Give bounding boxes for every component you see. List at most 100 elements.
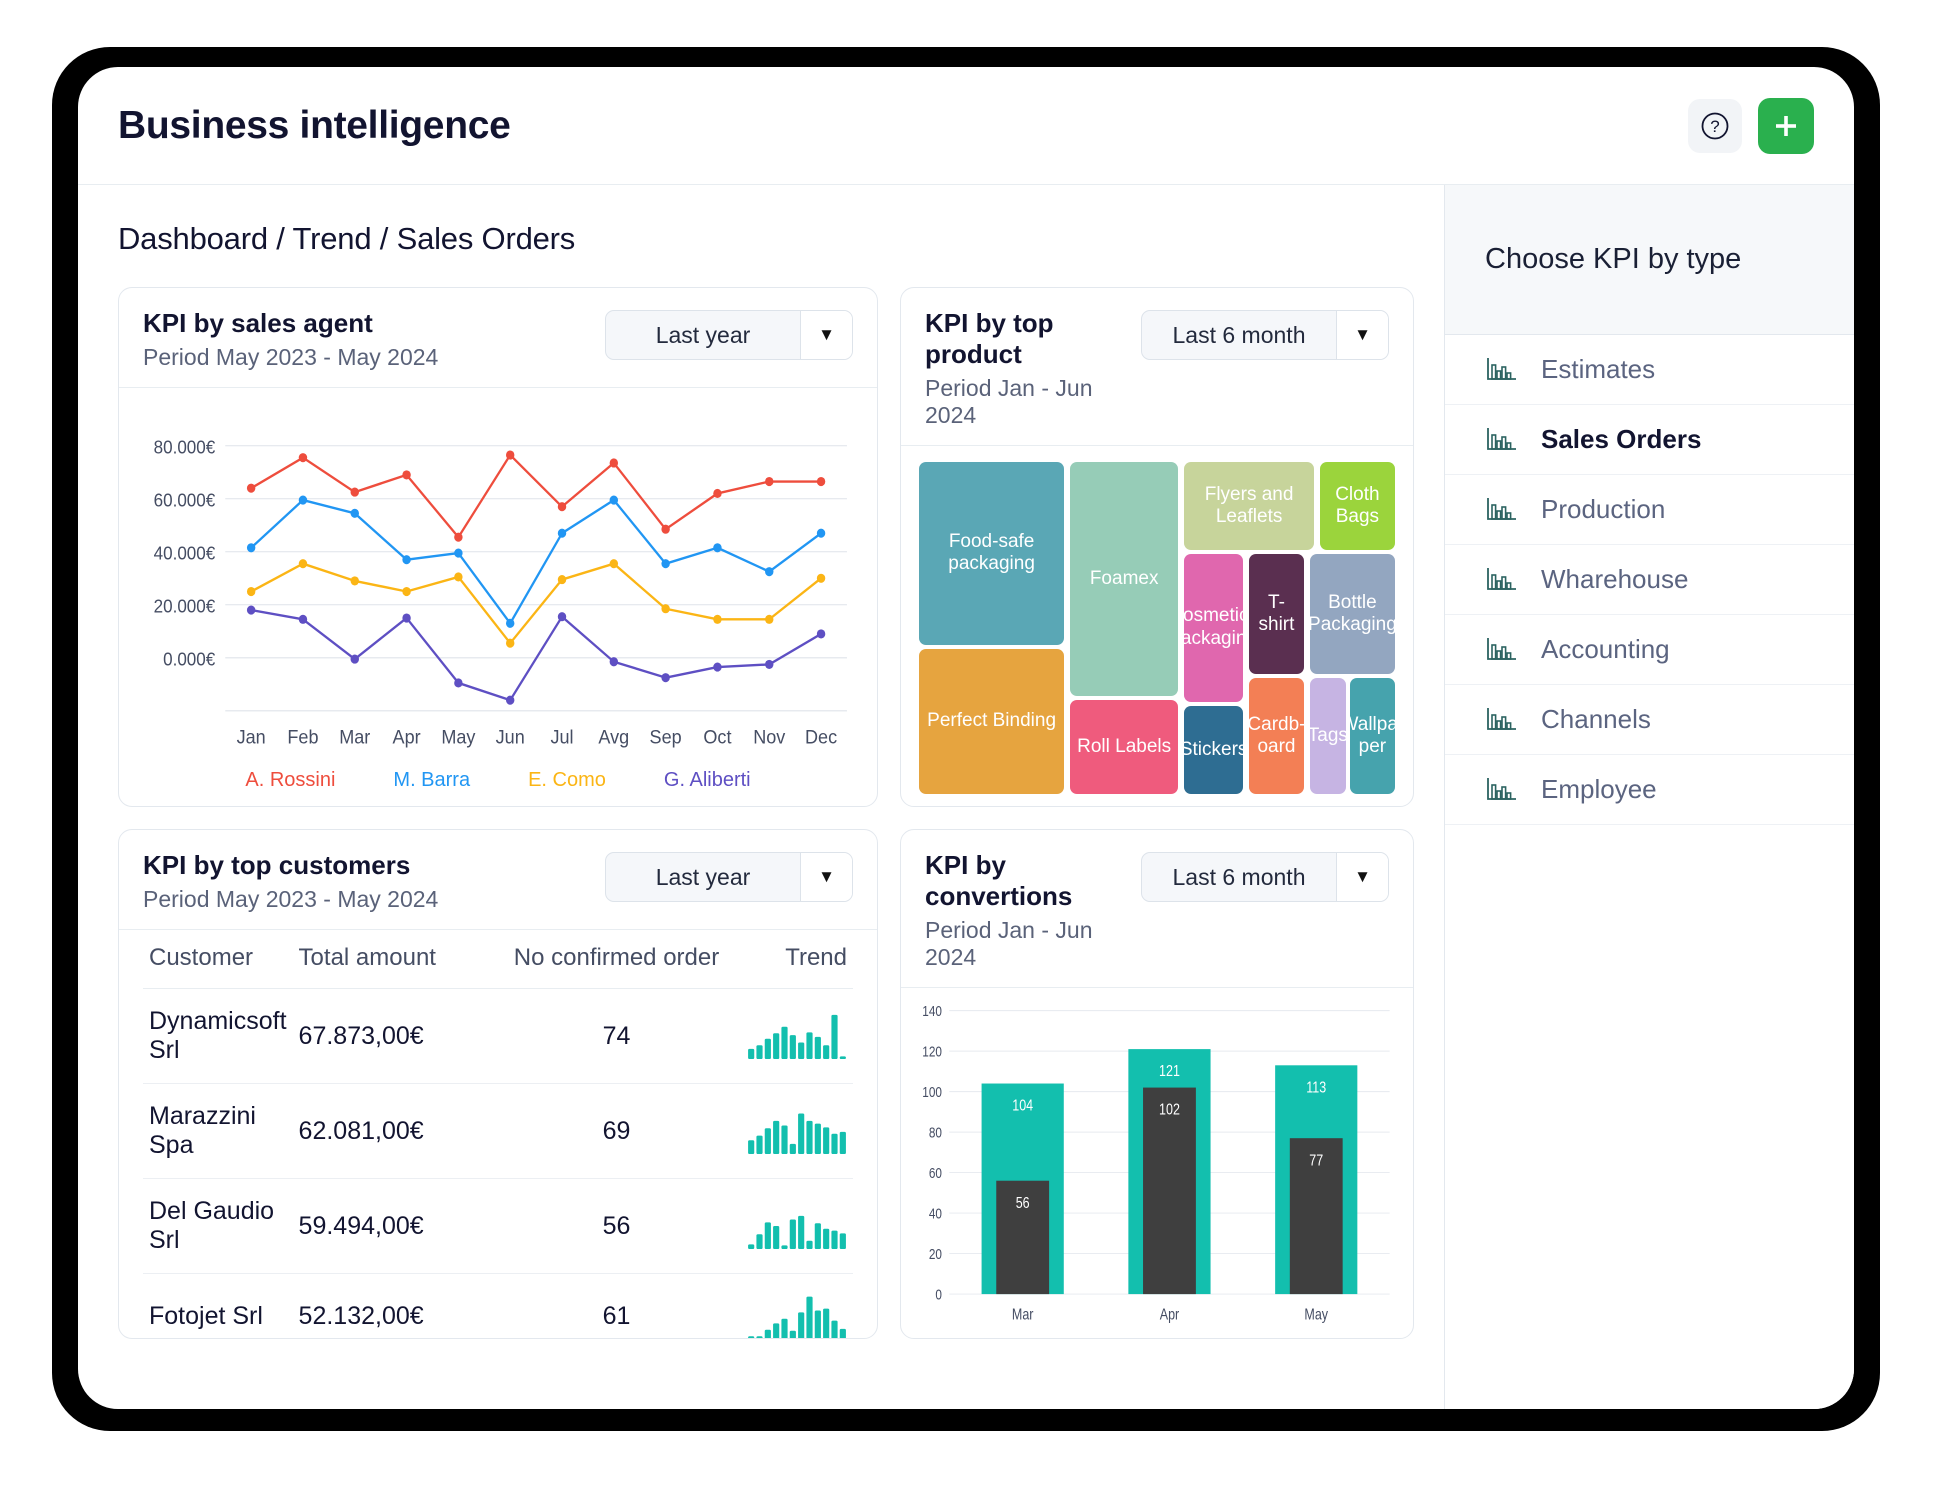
svg-text:140: 140 bbox=[922, 1003, 942, 1019]
svg-text:Jun: Jun bbox=[496, 726, 525, 748]
cell-total-amount: 59.494,00€ bbox=[292, 1178, 493, 1274]
sidebar-item-wharehouse[interactable]: Wharehouse bbox=[1445, 545, 1854, 615]
tablet-frame: Business intelligence ? Dashboard / Tren… bbox=[52, 47, 1880, 1431]
sidebar-item-accounting[interactable]: Accounting bbox=[1445, 615, 1854, 685]
svg-text:20.000€: 20.000€ bbox=[154, 596, 216, 617]
top-customers-table: Customer Total amount No confirmed order… bbox=[143, 930, 853, 1338]
line-series-G-Aliberti bbox=[250, 608, 822, 702]
sidebar-item-label: Production bbox=[1541, 494, 1666, 524]
svg-text:40: 40 bbox=[929, 1205, 942, 1221]
app-body: Dashboard / Trend / Sales Orders KPI by … bbox=[78, 185, 1854, 1409]
sidebar-item-label: Employee bbox=[1541, 774, 1657, 804]
chevron-down-icon: ▼ bbox=[800, 311, 852, 359]
treemap-tile-foamex[interactable]: Foamex bbox=[1069, 462, 1179, 697]
treemap-tile-wallpa-per[interactable]: Wallpa-per bbox=[1349, 678, 1395, 794]
treemap-tile-perfect-binding[interactable]: Perfect Binding bbox=[919, 648, 1065, 794]
svg-text:80: 80 bbox=[929, 1124, 942, 1140]
svg-text:Mar: Mar bbox=[1012, 1305, 1034, 1323]
app-header: Business intelligence ? bbox=[78, 67, 1854, 185]
cards-grid: KPI by sales agent Period May 2023 - May… bbox=[118, 287, 1414, 1409]
plus-icon bbox=[1776, 115, 1796, 136]
card-body: Food-safe packaging Perfect Binding Foamex… bbox=[901, 446, 1413, 806]
legend-item-m-barra[interactable]: M. Barra bbox=[393, 769, 470, 792]
table-row[interactable]: Fotojet Srl 52.132,00€ 61 bbox=[143, 1273, 853, 1338]
treemap-tile-food-safe-packaging[interactable]: Food-safe packaging bbox=[919, 462, 1065, 645]
svg-text:120: 120 bbox=[922, 1043, 942, 1059]
treemap-tile-tags[interactable]: Tags bbox=[1309, 678, 1346, 794]
svg-text:113: 113 bbox=[1306, 1078, 1326, 1096]
sidebar-item-channels[interactable]: Channels bbox=[1445, 685, 1854, 755]
dropdown-value: Last year bbox=[655, 863, 751, 890]
svg-text:104: 104 bbox=[1012, 1096, 1033, 1114]
period-dropdown-top-customers[interactable]: Last year ▼ bbox=[605, 852, 853, 902]
header-actions: ? bbox=[1688, 97, 1814, 154]
cell-no-confirmed-order: 61 bbox=[492, 1273, 741, 1338]
svg-text:60: 60 bbox=[929, 1165, 942, 1181]
legend-item-g-aliberti[interactable]: G. Aliberti bbox=[664, 769, 751, 792]
svg-text:May: May bbox=[1304, 1305, 1328, 1323]
sidebar-item-production[interactable]: Production bbox=[1445, 475, 1854, 545]
legend-item-a-rossini[interactable]: A. Rossini bbox=[245, 769, 335, 792]
column-header-total-amount: Total amount bbox=[292, 930, 493, 989]
treemap-chart: Food-safe packaging Perfect Binding Foamex… bbox=[919, 462, 1395, 794]
svg-text:40.000€: 40.000€ bbox=[154, 543, 216, 564]
dropdown-value: Last year bbox=[655, 321, 751, 348]
card-title: KPI by sales agent bbox=[143, 308, 373, 338]
cell-customer: Fotojet Srl bbox=[143, 1273, 293, 1338]
card-period: Period Jan - Jun 2024 bbox=[925, 375, 1093, 428]
svg-text:Oct: Oct bbox=[703, 726, 732, 748]
breadcrumb[interactable]: Dashboard / Trend / Sales Orders bbox=[118, 221, 1414, 257]
treemap-tile-cardb-oard[interactable]: Cardb-oard bbox=[1248, 678, 1305, 794]
dropdown-value: Last 6 month bbox=[1172, 863, 1306, 890]
cell-trend bbox=[740, 1083, 853, 1179]
cell-trend bbox=[740, 1178, 853, 1274]
svg-text:60.000€: 60.000€ bbox=[154, 490, 216, 511]
page-title: Business intelligence bbox=[118, 103, 511, 147]
chevron-down-icon: ▼ bbox=[1336, 853, 1388, 901]
period-dropdown-top-product[interactable]: Last 6 month ▼ bbox=[1141, 310, 1389, 360]
dropdown-value: Last 6 month bbox=[1172, 321, 1306, 348]
svg-text:Dec: Dec bbox=[805, 726, 837, 748]
card-header: KPI by convertions Period Jan - Jun 2024… bbox=[901, 830, 1413, 988]
add-button[interactable] bbox=[1758, 97, 1814, 154]
sidebar-list: Estimates Sales Orders Production Wharehous… bbox=[1445, 335, 1854, 825]
period-dropdown-convertions[interactable]: Last 6 month ▼ bbox=[1141, 852, 1389, 902]
sidebar-item-sales-orders[interactable]: Sales Orders bbox=[1445, 405, 1854, 475]
svg-text:Jan: Jan bbox=[237, 726, 266, 748]
sidebar-item-estimates[interactable]: Estimates bbox=[1445, 335, 1854, 405]
cell-total-amount: 52.132,00€ bbox=[292, 1273, 493, 1338]
treemap-tile-bottle-packaging[interactable]: Bottle Packaging bbox=[1309, 553, 1395, 675]
treemap-tile-roll-labels[interactable]: Roll Labels bbox=[1069, 700, 1179, 794]
table-row[interactable]: Dynamicsoft Srl 67.873,00€ 74 bbox=[143, 988, 853, 1084]
cell-total-amount: 62.081,00€ bbox=[292, 1083, 493, 1179]
svg-text:Apr: Apr bbox=[1160, 1305, 1180, 1323]
svg-text:Nov: Nov bbox=[753, 726, 786, 748]
treemap-tile-cosmetics-packaging[interactable]: Cosmetics packaging bbox=[1184, 553, 1244, 702]
treemap-tile-t-shirt[interactable]: T-shirt bbox=[1248, 553, 1305, 675]
table-row[interactable]: Del Gaudio Srl 59.494,00€ 56 bbox=[143, 1178, 853, 1274]
bar-chart-icon bbox=[1487, 497, 1516, 520]
cell-customer: Del Gaudio Srl bbox=[143, 1178, 293, 1274]
card-title: KPI by convertions bbox=[925, 850, 1073, 911]
app-screen: Business intelligence ? Dashboard / Tren… bbox=[78, 67, 1854, 1409]
sidebar-header: Choose KPI by type bbox=[1445, 185, 1854, 335]
treemap-tile-stickers[interactable]: Stickers bbox=[1184, 705, 1244, 794]
help-button[interactable]: ? bbox=[1688, 98, 1742, 153]
kpi-type-sidebar: Choose KPI by type Estimates Sales Orders… bbox=[1444, 185, 1854, 1409]
card-title: KPI by top product bbox=[925, 308, 1054, 369]
card-header: KPI by sales agent Period May 2023 - May… bbox=[119, 288, 877, 388]
card-kpi-by-top-product: KPI by top product Period Jan - Jun 2024… bbox=[900, 287, 1414, 807]
legend-item-e-como[interactable]: E. Como bbox=[528, 769, 606, 792]
table-row[interactable]: Marazzini Spa 62.081,00€ 69 bbox=[143, 1083, 853, 1179]
svg-text:100: 100 bbox=[922, 1084, 942, 1100]
period-dropdown-sales-agent[interactable]: Last year ▼ bbox=[605, 310, 853, 360]
sidebar-item-label: Channels bbox=[1541, 704, 1651, 734]
card-kpi-by-sales-agent: KPI by sales agent Period May 2023 - May… bbox=[118, 287, 878, 807]
treemap-tile-cloth-bags[interactable]: Cloth Bags bbox=[1319, 462, 1395, 550]
sidebar-item-employee[interactable]: Employee bbox=[1445, 755, 1854, 825]
svg-text:Sep: Sep bbox=[650, 726, 682, 748]
line-chart: 0.000€ 20.000€ 40.000€ 60.000€ 80.000€ Jan Feb… bbox=[154, 437, 847, 748]
treemap-tile-flyers-and-leaflets[interactable]: Flyers and Leaflets bbox=[1184, 462, 1315, 550]
bar-confirmed-Apr bbox=[1143, 1087, 1196, 1295]
card-header: KPI by top customers Period May 2023 - M… bbox=[119, 830, 877, 930]
